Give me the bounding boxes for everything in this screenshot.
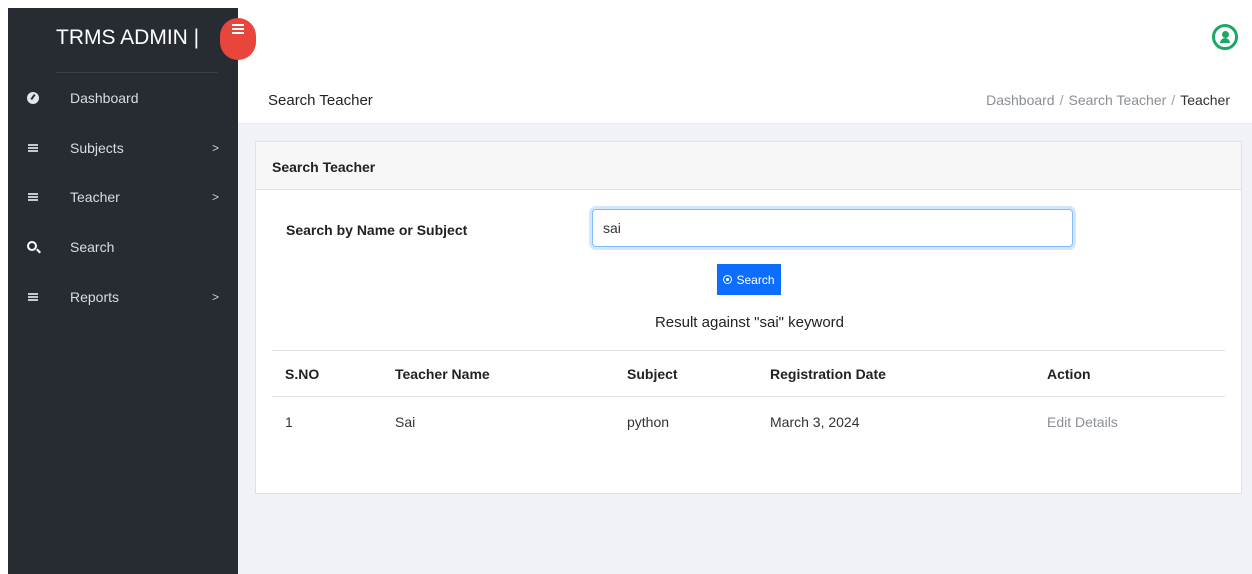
card-title: Search Teacher xyxy=(272,159,376,175)
menu-toggle-button[interactable] xyxy=(220,18,256,60)
user-avatar-icon[interactable] xyxy=(1212,24,1238,50)
table-header-row: S.NO Teacher Name Subject Registration D… xyxy=(272,350,1225,397)
cell-sno: 1 xyxy=(285,413,293,430)
search-label: Search by Name or Subject xyxy=(286,222,468,238)
app: TRMS ADMIN | Dashboard Subjects > Teache… xyxy=(0,0,1252,574)
list-icon xyxy=(26,190,40,204)
chevron-right-icon: > xyxy=(212,290,220,304)
cell-subject: python xyxy=(627,413,670,430)
chevron-right-icon: > xyxy=(212,141,220,155)
list-icon xyxy=(26,290,40,304)
sidebar-item-label: Subjects xyxy=(70,140,124,156)
breadcrumb-separator: / xyxy=(1171,92,1176,108)
cell-registration-date: March 3, 2024 xyxy=(770,413,860,430)
brand-title: TRMS ADMIN | xyxy=(56,26,200,49)
results-table: S.NO Teacher Name Subject Registration D… xyxy=(272,350,1225,447)
page-title: Search Teacher xyxy=(268,92,373,109)
column-header: S.NO xyxy=(272,350,382,397)
search-icon xyxy=(26,240,40,254)
column-header: Registration Date xyxy=(757,350,1034,397)
search-button[interactable]: Search xyxy=(717,264,781,295)
column-header: Action xyxy=(1034,350,1225,397)
breadcrumb: Dashboard / Search Teacher / Teacher xyxy=(986,92,1230,108)
result-heading: Result against "sai" keyword xyxy=(654,314,845,331)
cell-action: Edit Details xyxy=(1034,397,1225,447)
sidebar-item-dashboard[interactable]: Dashboard xyxy=(8,86,238,110)
sidebar-item-label: Teacher xyxy=(70,189,120,205)
page-title-bar: Search Teacher Dashboard / Search Teacher /… xyxy=(238,76,1252,124)
sidebar-item-subjects[interactable]: Subjects > xyxy=(8,136,238,160)
sidebar: TRMS ADMIN | Dashboard Subjects > Teache… xyxy=(8,8,238,574)
breadcrumb-teacher: Teacher xyxy=(1180,92,1230,108)
column-header: Teacher Name xyxy=(382,350,614,397)
edit-details-link[interactable]: Edit Details xyxy=(1047,414,1118,430)
chevron-right-icon: > xyxy=(212,190,220,204)
list-icon xyxy=(26,141,40,155)
breadcrumb-search-teacher[interactable]: Search Teacher xyxy=(1068,92,1166,108)
sidebar-item-label: Reports xyxy=(70,289,120,305)
menu-icon xyxy=(232,24,244,34)
search-card: Search Teacher Search by Name or Subject… xyxy=(255,141,1242,494)
sidebar-item-label: Dashboard xyxy=(70,90,139,106)
search-input[interactable] xyxy=(592,209,1073,247)
breadcrumb-dashboard[interactable]: Dashboard xyxy=(986,92,1055,108)
sidebar-item-teacher[interactable]: Teacher > xyxy=(8,185,238,209)
search-button-label: Search xyxy=(736,272,775,287)
sidebar-item-label: Search xyxy=(70,239,115,255)
dashboard-icon xyxy=(26,91,40,105)
breadcrumb-separator: / xyxy=(1059,92,1064,108)
dot-circle-icon xyxy=(723,275,733,284)
column-header: Subject xyxy=(614,350,757,397)
table-row: 1 Sai python March 3, 2024 Edit Details xyxy=(272,397,1225,447)
card-header: Search Teacher xyxy=(256,142,1241,190)
cell-teacher-name: Sai xyxy=(395,413,416,430)
top-header xyxy=(238,8,1252,76)
sidebar-item-reports[interactable]: Reports > xyxy=(8,285,238,309)
brand-divider xyxy=(56,72,218,73)
sidebar-item-search[interactable]: Search xyxy=(8,235,238,259)
